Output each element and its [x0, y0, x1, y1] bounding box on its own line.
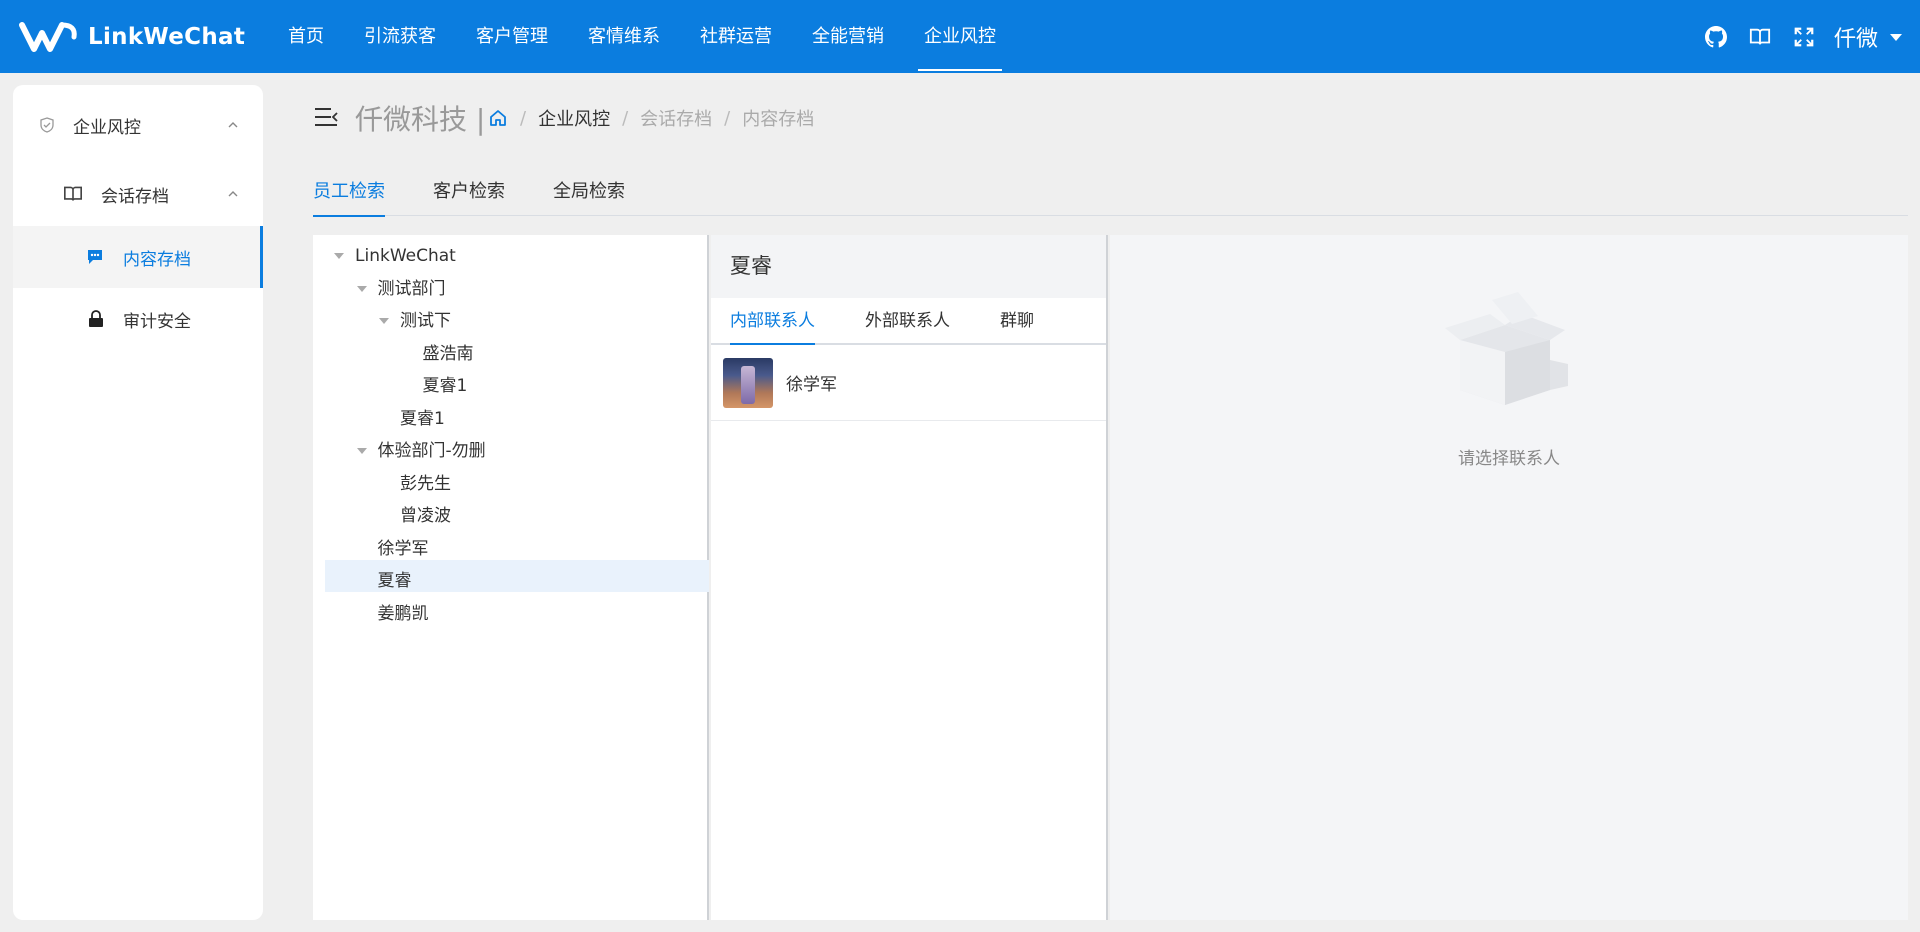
org-tree: LinkWeChat 测试部门 测试下 盛浩南 夏睿1 夏睿1 体验部门-勿删 彭先生 曾凌波徐…: [313, 235, 709, 920]
contact-panel-title: 夏睿: [711, 235, 1106, 298]
logo[interactable]: LinkWeChat: [18, 18, 245, 56]
caret-down-icon[interactable]: [356, 285, 367, 292]
search-tabs: 员工检索 客户检索 全局检索: [313, 176, 1908, 217]
chat-icon: [88, 250, 102, 264]
tab-customer-search[interactable]: 客户检索: [433, 176, 505, 216]
sidebar-item-label: 会话存档: [101, 186, 169, 207]
tree-node[interactable]: 曾凌波: [400, 501, 451, 531]
tree-node[interactable]: 徐学军: [378, 534, 429, 564]
top-navbar: LinkWeChat 首页 引流获客 客户管理 客情维系 社群运营 全能营销 企业风控 仟微: [0, 0, 1920, 73]
breadcrumb: / 企业风控 / 会话存档 / 内容存档: [488, 105, 814, 131]
logo-mark-icon: [19, 22, 77, 52]
sidebar-item-label: 企业风控: [73, 117, 141, 138]
chevron-up-icon: [228, 122, 238, 128]
breadcrumb-separator: /: [724, 107, 731, 129]
tree-node[interactable]: 夏睿: [378, 566, 412, 596]
caret-down-icon[interactable]: [379, 318, 389, 324]
tab-external-contacts[interactable]: 外部联系人: [865, 298, 950, 343]
breadcrumb-separator: /: [520, 107, 527, 129]
caret-down-icon[interactable]: [334, 253, 344, 259]
sidebar-item-content-archive[interactable]: 内容存档: [13, 226, 263, 288]
nav-item[interactable]: 客情维系: [568, 0, 680, 73]
contact-list-item[interactable]: 徐学军: [711, 345, 1106, 421]
tab-employee-search[interactable]: 员工检索: [313, 176, 385, 217]
book-icon[interactable]: [1746, 23, 1774, 51]
caret-down-icon[interactable]: [1890, 34, 1902, 41]
fullscreen-icon[interactable]: [1790, 23, 1818, 51]
github-icon[interactable]: [1702, 23, 1730, 51]
lock-icon: [89, 310, 103, 327]
book-icon: [64, 186, 82, 201]
tree-node[interactable]: 姜鹏凯: [378, 599, 429, 629]
tree-node[interactable]: 测试下: [400, 306, 451, 336]
avatar: [723, 357, 773, 408]
sidebar: 企业风控 会话存档 内容存档 审计安全: [13, 85, 263, 920]
contact-tabs: 内部联系人 外部联系人 群聊: [711, 298, 1106, 345]
empty-box-icon: [1445, 292, 1568, 405]
brand-name: LinkWeChat: [88, 24, 246, 50]
header-tools: 仟微: [1686, 0, 1902, 73]
tree-node[interactable]: 彭先生: [400, 469, 451, 499]
main-nav: 首页 引流获客 客户管理 客情维系 社群运营 全能营销 企业风控: [268, 0, 1016, 73]
sidebar-item-label: 审计安全: [123, 311, 191, 332]
nav-item[interactable]: 引流获客: [344, 0, 456, 73]
tab-global-search[interactable]: 全局检索: [553, 176, 625, 216]
empty-state-text: 请选择联系人: [1458, 449, 1560, 469]
collapse-menu-icon[interactable]: [314, 106, 338, 128]
tree-node[interactable]: LinkWeChat: [355, 241, 456, 271]
sidebar-item-label: 内容存档: [123, 249, 191, 270]
tree-node[interactable]: 测试部门: [378, 274, 446, 304]
shield-icon: [40, 117, 54, 133]
chat-detail-panel: 请选择联系人: [1110, 235, 1908, 920]
tree-node[interactable]: 夏睿1: [423, 371, 468, 401]
nav-item[interactable]: 企业风控: [904, 0, 1016, 73]
contact-name: 徐学军: [786, 375, 837, 395]
tab-group-chats[interactable]: 群聊: [1000, 298, 1034, 343]
sidebar-item-audit-security[interactable]: 审计安全: [13, 288, 263, 350]
tab-internal-contacts[interactable]: 内部联系人: [730, 298, 815, 345]
breadcrumb-separator: /: [622, 107, 629, 129]
caret-down-icon[interactable]: [356, 448, 367, 454]
home-icon[interactable]: [488, 108, 508, 128]
company-name: 仟微科技 |: [355, 103, 486, 136]
breadcrumb-item: 内容存档: [742, 109, 815, 130]
chevron-up-icon: [228, 191, 238, 197]
user-name[interactable]: 仟微: [1834, 21, 1878, 53]
tree-node[interactable]: 体验部门-勿删: [378, 436, 486, 466]
nav-item[interactable]: 客户管理: [456, 0, 568, 73]
nav-item[interactable]: 社群运营: [680, 0, 792, 73]
sidebar-item-risk-control[interactable]: 企业风控: [13, 94, 263, 156]
breadcrumb-item: 会话存档: [640, 109, 713, 130]
tree-node[interactable]: 夏睿1: [400, 404, 445, 434]
contact-panel: 夏睿 内部联系人 外部联系人 群聊 徐学军: [711, 235, 1108, 920]
tree-node[interactable]: 盛浩南: [423, 339, 474, 369]
nav-item[interactable]: 首页: [268, 0, 344, 73]
sidebar-item-session-archive[interactable]: 会话存档: [13, 163, 263, 225]
breadcrumb-item[interactable]: 企业风控: [538, 105, 610, 131]
nav-item[interactable]: 全能营销: [792, 0, 904, 73]
